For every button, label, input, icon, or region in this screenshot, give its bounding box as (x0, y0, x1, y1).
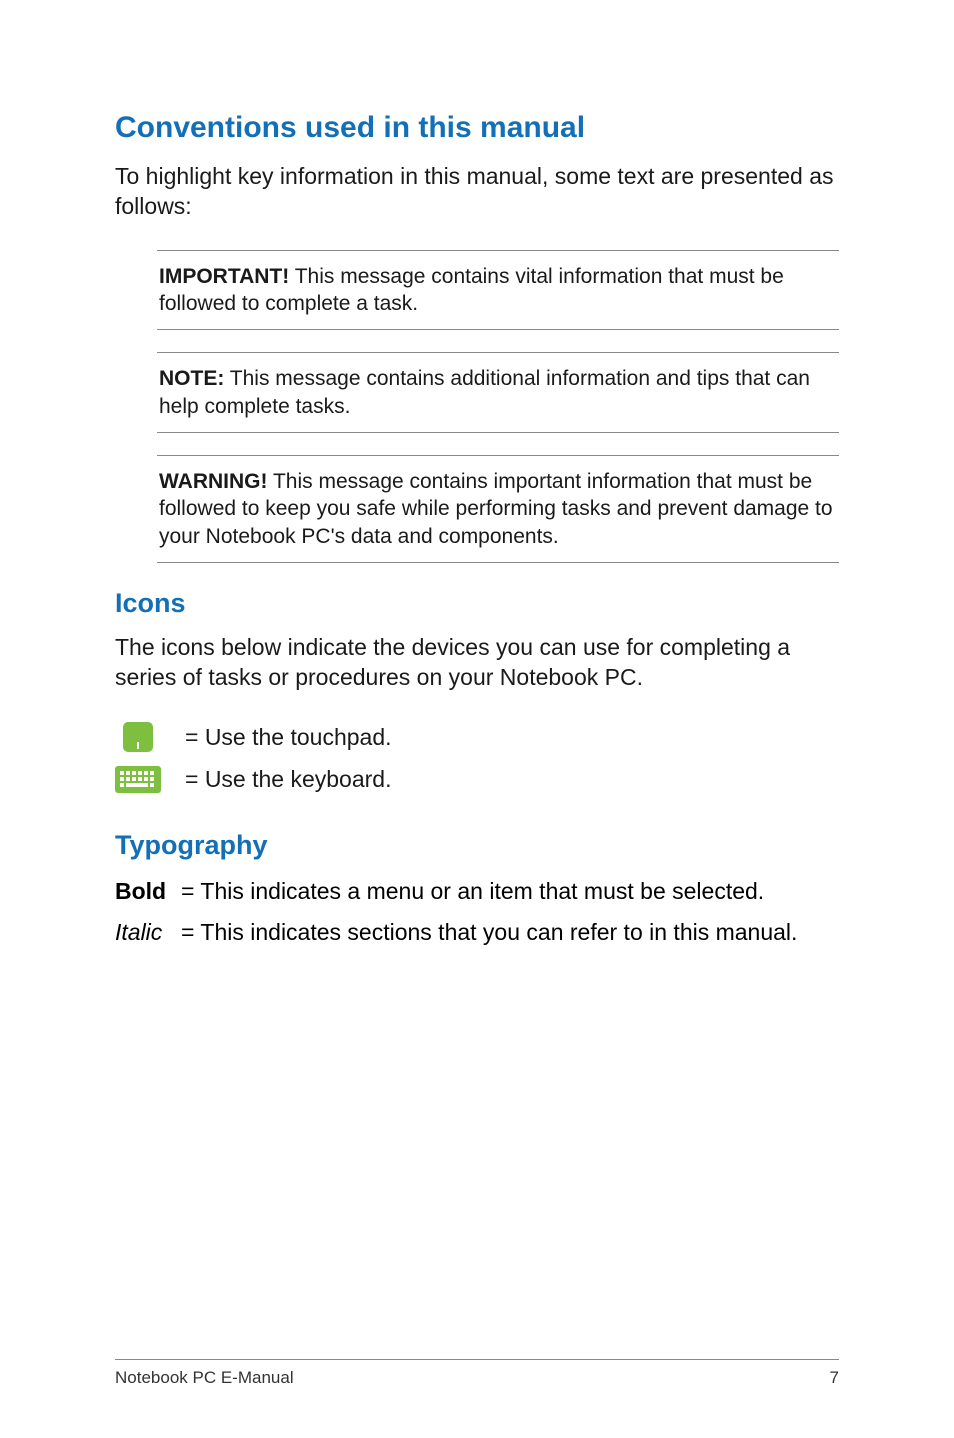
callout-important-label: IMPORTANT! (159, 265, 289, 288)
icons-intro: The icons below indicate the devices you… (115, 633, 839, 693)
footer: Notebook PC E-Manual 7 (115, 1359, 839, 1388)
callout-warning-label: WARNING! (159, 470, 268, 493)
callout-note-label: NOTE: (159, 367, 224, 390)
touchpad-desc: = Use the touchpad. (185, 724, 392, 751)
heading-conventions: Conventions used in this manual (115, 110, 839, 146)
touchpad-icon (115, 721, 161, 753)
typography-italic-row: Italic = This indicates sections that yo… (115, 916, 839, 948)
keyboard-desc: = Use the keyboard. (185, 766, 391, 793)
callout-note-text: This message contains additional informa… (159, 367, 810, 417)
callout-important: IMPORTANT! This message contains vital i… (157, 250, 839, 331)
callout-warning: WARNING! This message contains important… (157, 455, 839, 563)
typography-bold-desc: = This indicates a menu or an item that … (181, 875, 839, 907)
footer-title: Notebook PC E-Manual (115, 1368, 294, 1388)
typography-italic-desc: = This indicates sections that you can r… (181, 916, 839, 948)
typography-bold-row: Bold = This indicates a menu or an item … (115, 875, 839, 907)
keyboard-icon (115, 763, 161, 795)
callout-note: NOTE: This message contains additional i… (157, 352, 839, 433)
icon-row-touchpad: = Use the touchpad. (115, 721, 839, 753)
page-container: Conventions used in this manual To highl… (0, 0, 954, 1438)
typography-bold-key: Bold (115, 875, 171, 907)
heading-icons: Icons (115, 587, 839, 619)
heading-typography: Typography (115, 829, 839, 861)
footer-page-number: 7 (830, 1368, 839, 1388)
typography-italic-key: Italic (115, 916, 171, 948)
icon-row-keyboard: = Use the keyboard. (115, 763, 839, 795)
conventions-intro: To highlight key information in this man… (115, 162, 839, 222)
